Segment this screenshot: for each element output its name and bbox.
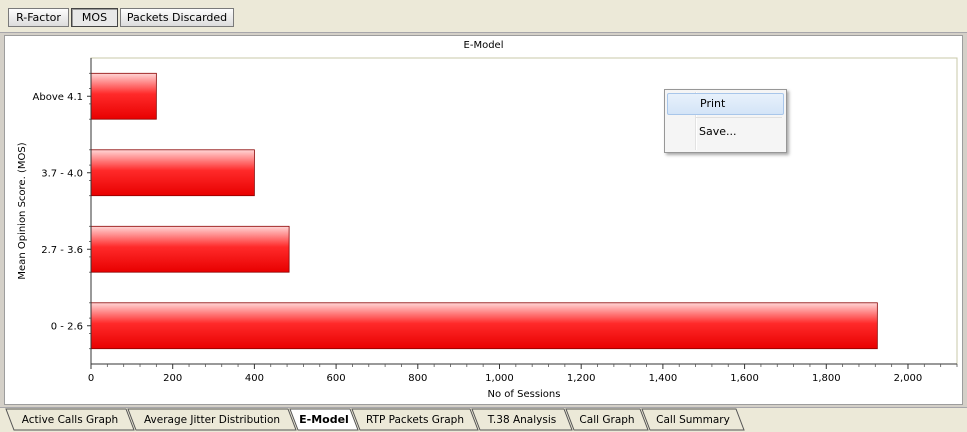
tab-t-38-analysis[interactable]: T.38 Analysis (471, 408, 573, 431)
tab-label: T.38 Analysis (487, 414, 556, 426)
tab-call-summary[interactable]: Call Summary (641, 408, 745, 431)
x-tick-label: 0 (88, 373, 94, 384)
tab-label: Average Jitter Distribution (144, 414, 280, 426)
tab-label: Call Summary (656, 414, 730, 426)
tab-label: Active Calls Graph (22, 414, 118, 426)
tab-e-model[interactable]: E-Model (289, 408, 359, 431)
save-menu-item[interactable]: Save... (667, 121, 784, 143)
packets-discarded-button[interactable]: Packets Discarded (120, 8, 234, 27)
bar-3 (90, 302, 878, 350)
y-tick-label: 2.7 - 3.6 (41, 245, 83, 256)
graph-type-toolbar: R-Factor MOS Packets Discarded (0, 0, 967, 33)
bar-1 (90, 149, 255, 197)
print-menu-item[interactable]: Print (667, 93, 784, 115)
e-model-chart: Above 4.1 3.7 - 4.0 2.7 - 3.6 0 - 2.6 0 200 40… (17, 57, 958, 400)
tab-average-jitter-distribution[interactable]: Average Jitter Distribution (127, 408, 297, 431)
x-tick-label: 1,400 (649, 373, 678, 384)
tab-label: Call Graph (579, 414, 634, 426)
x-axis-label: No of Sessions (488, 389, 561, 400)
x-tick-label: 1,800 (812, 373, 841, 384)
graph-tab-strip: Active Calls Graph Average Jitter Distrib… (0, 407, 967, 432)
x-tick-label: 400 (245, 373, 264, 384)
x-tick-label: 2,000 (894, 373, 923, 384)
x-tick-label: 1,600 (730, 373, 759, 384)
tab-rtp-packets-graph[interactable]: RTP Packets Graph (351, 408, 479, 431)
y-tick-label: Above 4.1 (33, 92, 83, 103)
y-axis-label: Mean Opinion Score. (MOS) (17, 142, 28, 279)
x-tick-label: 200 (163, 373, 182, 384)
y-tick-label: 3.7 - 4.0 (41, 168, 83, 179)
tab-active-calls-graph[interactable]: Active Calls Graph (5, 408, 135, 431)
context-menu: Print Save... (664, 89, 787, 153)
tab-label: RTP Packets Graph (366, 414, 464, 426)
chart-panel[interactable]: E-Model Above 4.1 3.7 - 4.0 2.7 - 3.6 0 - 2… (4, 35, 963, 405)
x-tick-label: 600 (327, 373, 346, 384)
r-factor-button[interactable]: R-Factor (8, 8, 69, 27)
bar-0 (90, 72, 157, 120)
x-tick-label: 1,000 (485, 373, 514, 384)
mos-button[interactable]: MOS (71, 8, 118, 27)
y-tick-label: 0 - 2.6 (51, 321, 83, 332)
bar-2 (90, 225, 290, 273)
x-tick-label: 800 (408, 373, 427, 384)
menu-separator (696, 117, 782, 118)
x-tick-label: 1,200 (567, 373, 596, 384)
tab-label: E-Model (299, 413, 349, 426)
tab-call-graph[interactable]: Call Graph (565, 408, 649, 431)
